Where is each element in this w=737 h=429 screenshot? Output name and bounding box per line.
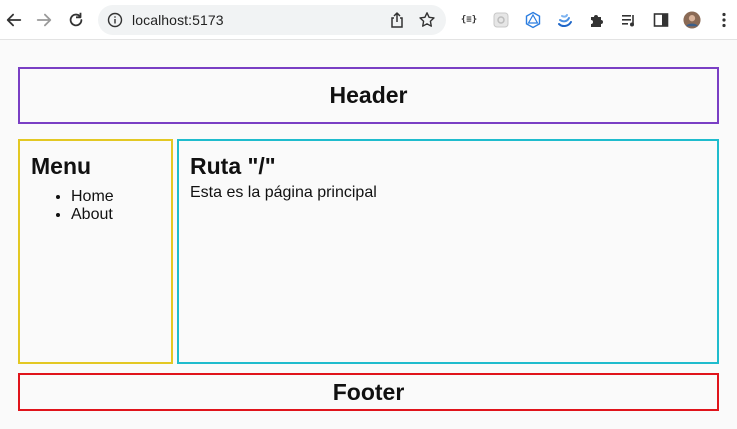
header-section: Header (18, 67, 719, 124)
menu-section: Menu Home About (18, 139, 173, 364)
address-bar[interactable]: localhost:5173 (98, 5, 446, 35)
star-icon[interactable] (418, 11, 436, 29)
route-description: Esta es la página principal (190, 184, 377, 201)
footer-section: Footer (18, 373, 719, 411)
main-section: Ruta "/" Esta es la página principal (177, 139, 719, 364)
share-icon[interactable] (388, 11, 406, 29)
side-panel-icon[interactable] (651, 10, 671, 30)
arrow-right-icon (36, 13, 52, 27)
graphql-icon[interactable] (523, 10, 543, 30)
ext-wave-icon[interactable] (555, 10, 575, 30)
puzzle-icon[interactable] (587, 10, 607, 30)
reload-icon (69, 12, 83, 27)
url-text[interactable]: localhost:5173 (132, 12, 224, 28)
menu-item-home[interactable]: Home (71, 188, 171, 206)
ext-square-icon[interactable] (491, 10, 511, 30)
reload-button[interactable] (64, 8, 88, 32)
route-title: Ruta "/" (190, 153, 276, 179)
kebab-menu-icon[interactable] (714, 10, 734, 30)
forward-button[interactable] (32, 8, 56, 32)
menu-item-about[interactable]: About (71, 206, 171, 224)
media-icon[interactable] (619, 10, 639, 30)
menu-list: Home About (31, 188, 171, 224)
avatar[interactable] (682, 10, 702, 30)
browser-toolbar: localhost:5173 {≡} (0, 0, 737, 40)
arrow-left-icon (6, 13, 22, 27)
info-icon[interactable] (107, 12, 123, 28)
menu-title: Menu (31, 153, 92, 179)
json-formatter-icon[interactable]: {≡} (459, 10, 479, 30)
back-button[interactable] (2, 8, 26, 32)
footer-title: Footer (332, 378, 405, 405)
header-title: Header (329, 82, 408, 108)
